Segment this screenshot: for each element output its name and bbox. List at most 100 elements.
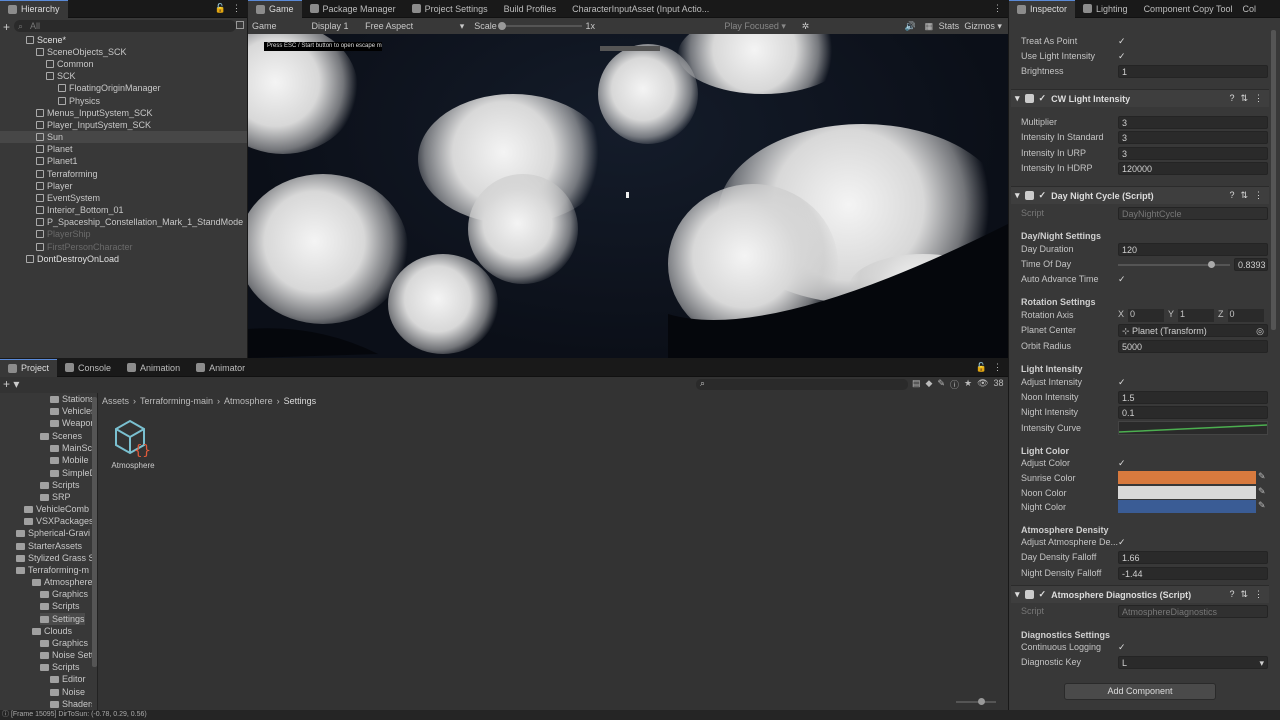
hierarchy-item[interactable]: P_Spaceship_Constellation_Mark_1_StandMo… xyxy=(36,216,243,228)
tab-overflow[interactable]: Col xyxy=(1240,0,1258,18)
project-folder[interactable]: Shaders xyxy=(50,698,92,710)
object-picker-icon[interactable]: ◎ xyxy=(1256,325,1264,336)
kebab-menu-icon[interactable]: ⋮ xyxy=(1254,93,1263,104)
slider-handle[interactable] xyxy=(1208,261,1215,268)
kebab-menu-icon[interactable]: ⋮ xyxy=(993,362,1002,373)
project-folder[interactable]: StarterAssets xyxy=(16,540,82,552)
project-folder[interactable]: Spherical-Gravi xyxy=(16,527,90,539)
night-intensity-field[interactable]: 0.1 xyxy=(1118,406,1268,419)
inspector-scrollbar[interactable] xyxy=(1271,30,1276,330)
hierarchy-item[interactable]: Scene* xyxy=(26,34,66,46)
tab-package-manager[interactable]: Package Manager xyxy=(302,0,404,18)
planet-center-field[interactable]: ⊹ Planet (Transform) ◎ xyxy=(1118,324,1268,337)
tab-hierarchy[interactable]: Hierarchy xyxy=(0,0,68,18)
atmosphere-diagnostics-header[interactable]: ▾ ✓ Atmosphere Diagnostics (Script) ? ⇅ ⋮ xyxy=(1011,585,1269,603)
asset-item-atmosphere[interactable]: {} Atmosphere xyxy=(110,417,156,479)
help-icon[interactable]: ? xyxy=(1229,93,1234,104)
hierarchy-item[interactable]: Physics xyxy=(58,95,100,107)
hierarchy-item[interactable]: FloatingOriginManager xyxy=(58,82,161,94)
game-mode-dropdown[interactable]: Game xyxy=(248,21,308,31)
label-icon[interactable]: ◆ xyxy=(926,378,933,391)
preset-icon[interactable]: ⇅ xyxy=(1240,589,1248,600)
star-icon[interactable]: ★ xyxy=(964,378,972,391)
day-density-field[interactable]: 1.66 xyxy=(1118,551,1268,564)
zoom-slider[interactable] xyxy=(956,698,996,705)
add-icon[interactable]: + xyxy=(3,20,10,34)
project-folder[interactable]: SRP xyxy=(40,491,71,503)
day-duration-field[interactable]: 120 xyxy=(1118,243,1268,256)
gizmos-dropdown[interactable]: Gizmos ▾ xyxy=(964,21,1008,32)
time-of-day-field[interactable]: 0.8393 xyxy=(1234,258,1268,271)
project-folder[interactable]: Atmosphere xyxy=(32,576,92,588)
kebab-menu-icon[interactable]: ⋮ xyxy=(232,3,241,14)
eyedropper-icon[interactable]: ✎ xyxy=(1258,471,1266,482)
display-dropdown[interactable]: Display 1 xyxy=(308,21,362,31)
project-folder[interactable]: Editor xyxy=(50,673,86,685)
info-icon[interactable]: ⓘ xyxy=(950,378,959,391)
project-folder[interactable]: Scripts xyxy=(40,479,80,491)
project-folder[interactable]: Scenes xyxy=(40,430,82,442)
bug-icon[interactable]: ✲ xyxy=(802,21,905,32)
create-icon[interactable]: + ▾ xyxy=(3,377,19,391)
night-density-field[interactable]: -1.44 xyxy=(1118,567,1268,580)
hierarchy-item[interactable]: SceneObjects_SCK xyxy=(36,46,127,58)
day-night-cycle-header[interactable]: ▾ ✓ Day Night Cycle (Script) ? ⇅ ⋮ xyxy=(1011,186,1269,204)
multiplier-field[interactable]: 3 xyxy=(1118,116,1268,129)
tab-animation[interactable]: Animation xyxy=(119,359,188,377)
preset-icon[interactable]: ⇅ xyxy=(1240,190,1248,201)
audio-icon[interactable]: 🔊 xyxy=(905,21,925,32)
night-color-swatch[interactable] xyxy=(1118,500,1256,513)
adjust-intensity-checkbox[interactable]: ✓ xyxy=(1118,377,1128,387)
noon-intensity-field[interactable]: 1.5 xyxy=(1118,391,1268,404)
hierarchy-item[interactable]: FirstPersonCharacter xyxy=(36,241,133,253)
tab-inspector[interactable]: Inspector xyxy=(1009,0,1076,18)
auto-advance-checkbox[interactable]: ✓ xyxy=(1118,274,1128,284)
hierarchy-search-input[interactable]: ⌕ All xyxy=(14,20,236,32)
project-folder[interactable]: Stylized Grass S xyxy=(16,552,92,564)
tree-scrollbar[interactable] xyxy=(92,397,97,667)
tab-console[interactable]: Console xyxy=(57,359,119,377)
filter-type-icon[interactable]: ▤ xyxy=(912,378,921,391)
aspect-dropdown[interactable]: Free Aspect ▾ xyxy=(361,21,468,31)
breadcrumb-item[interactable]: Settings xyxy=(284,395,317,407)
intensity-urp-field[interactable]: 3 xyxy=(1118,147,1268,160)
noon-color-swatch[interactable] xyxy=(1118,486,1256,499)
preset-icon[interactable]: ⇅ xyxy=(1240,93,1248,104)
y-field[interactable]: 1 xyxy=(1178,309,1215,322)
help-icon[interactable]: ? xyxy=(1229,190,1234,201)
hierarchy-item[interactable]: Player_InputSystem_SCK xyxy=(36,119,151,131)
project-folder[interactable]: Scripts xyxy=(40,661,80,673)
kebab-menu-icon[interactable]: ⋮ xyxy=(993,3,1008,14)
scene-filter-icon[interactable] xyxy=(236,21,244,29)
add-component-button[interactable]: Add Component xyxy=(1064,683,1216,700)
treat-as-point-checkbox[interactable]: ✓ xyxy=(1118,36,1128,46)
intensity-standard-field[interactable]: 3 xyxy=(1118,131,1268,144)
enable-checkbox[interactable]: ✓ xyxy=(1039,93,1047,104)
kebab-menu-icon[interactable]: ⋮ xyxy=(1254,190,1263,201)
orbit-radius-field[interactable]: 5000 xyxy=(1118,340,1268,353)
grid-icon[interactable]: ▦ xyxy=(925,21,939,32)
stats-button[interactable]: Stats xyxy=(939,21,965,31)
intensity-hdrp-field[interactable]: 120000 xyxy=(1118,162,1268,175)
tab-project[interactable]: Project xyxy=(0,358,58,377)
project-folder[interactable]: VSXPackages xyxy=(24,515,92,527)
eye-icon[interactable]: 👁 xyxy=(977,378,988,391)
game-viewport[interactable]: Press ESC / Start button to open escape … xyxy=(248,34,1008,358)
time-of-day-slider[interactable] xyxy=(1118,261,1230,268)
tab-project-settings[interactable]: Project Settings xyxy=(404,0,496,18)
sunrise-color-swatch[interactable] xyxy=(1118,471,1256,484)
diagnostic-key-dropdown[interactable]: L ▾ xyxy=(1118,656,1268,669)
brightness-field[interactable]: 1 xyxy=(1118,65,1268,78)
hierarchy-item[interactable]: Common xyxy=(46,58,94,70)
tab-game[interactable]: Game xyxy=(248,0,302,18)
project-folder[interactable]: Weapon xyxy=(50,417,92,429)
enable-checkbox[interactable]: ✓ xyxy=(1039,589,1047,600)
hierarchy-item[interactable]: Interior_Bottom_01 xyxy=(36,204,124,216)
hierarchy-item[interactable]: Player xyxy=(36,180,73,192)
tab-build-profiles[interactable]: Build Profiles xyxy=(496,0,565,18)
project-folder[interactable]: Graphics xyxy=(40,637,88,649)
adjust-color-checkbox[interactable]: ✓ xyxy=(1118,458,1128,468)
breadcrumb-item[interactable]: Terraforming-main xyxy=(140,395,213,407)
lock-icon[interactable]: 🔓 xyxy=(976,362,987,373)
project-folder[interactable]: Terraforming-m xyxy=(16,564,89,576)
